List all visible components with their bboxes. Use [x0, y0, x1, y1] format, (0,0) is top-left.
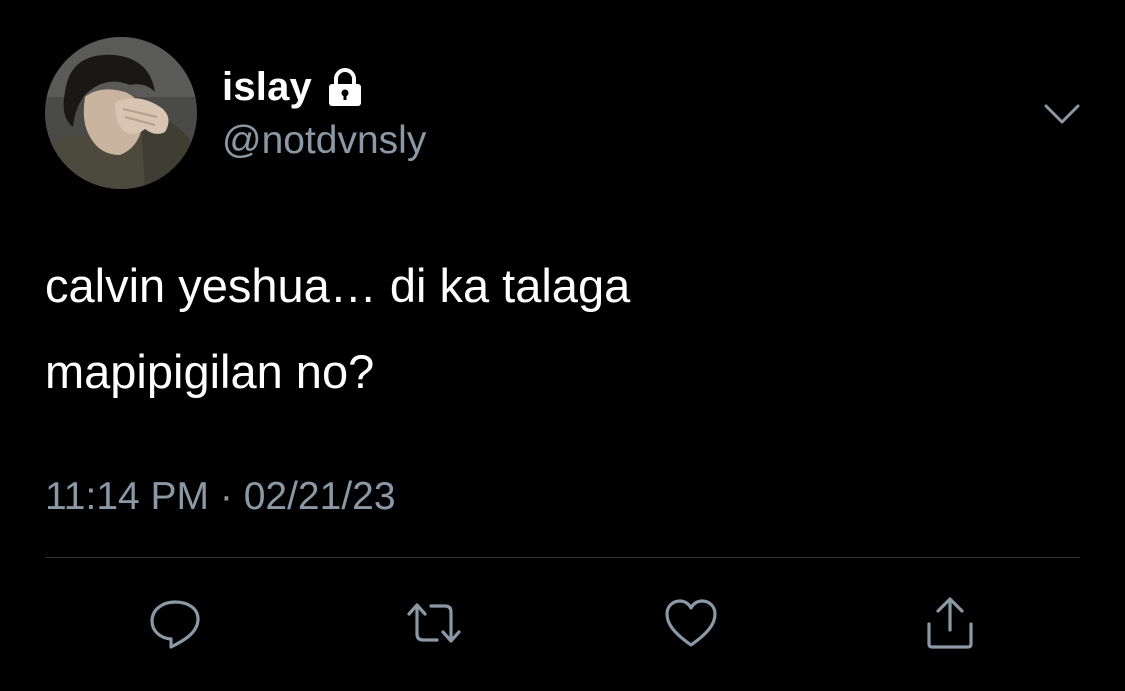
tweet-time[interactable]: 11:14 PM — [45, 475, 209, 518]
chevron-down-icon[interactable] — [1040, 96, 1084, 132]
meta-separator: · — [219, 475, 244, 518]
handle[interactable]: @notdvnsly — [222, 118, 426, 164]
avatar-image — [45, 37, 197, 189]
avatar[interactable] — [45, 37, 197, 189]
tweet: islay @notdvnsly calvin yeshua… di ka ta… — [0, 0, 1125, 691]
reply-icon — [150, 600, 200, 649]
reply-button[interactable] — [146, 594, 204, 652]
like-button[interactable] — [662, 594, 720, 652]
lock-icon — [324, 66, 366, 108]
display-name[interactable]: islay — [222, 62, 312, 112]
tweet-text-line: calvin yeshua… di ka talaga — [45, 259, 631, 312]
tweet-meta: 11:14 PM · 02/21/23 — [45, 474, 396, 520]
display-name-row[interactable]: islay — [222, 62, 366, 112]
retweet-icon — [407, 603, 461, 643]
share-icon — [927, 597, 973, 649]
divider — [45, 557, 1080, 558]
retweet-button[interactable] — [405, 594, 463, 652]
tweet-date[interactable]: 02/21/23 — [244, 475, 396, 518]
share-button[interactable] — [921, 594, 979, 652]
tweet-text: calvin yeshua… di ka talaga mapipigilan … — [45, 243, 1075, 415]
tweet-text-line: mapipigilan no? — [45, 345, 375, 398]
heart-icon — [665, 599, 717, 647]
